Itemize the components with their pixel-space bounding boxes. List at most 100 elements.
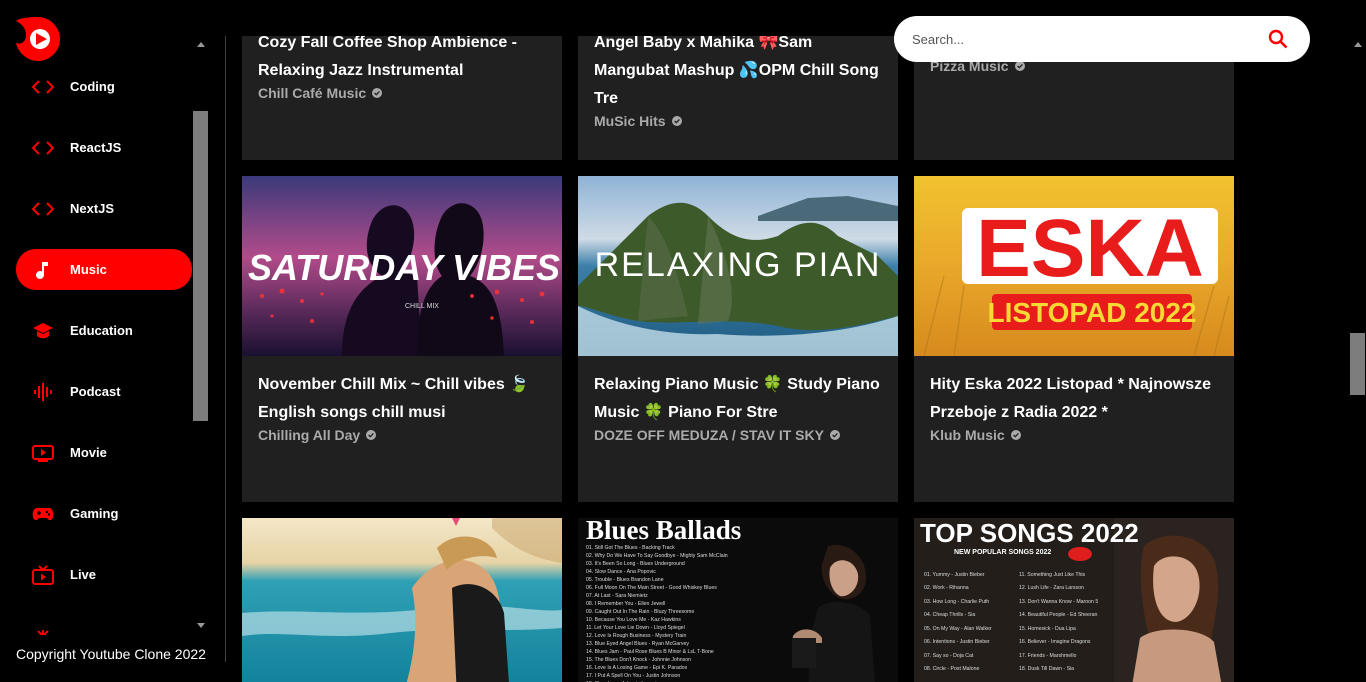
channel-name[interactable]: MuSic Hits [594, 113, 882, 129]
sidebar-item-music[interactable]: Music [16, 249, 192, 290]
svg-text:09. Caught Out In The Rain - B: 09. Caught Out In The Rain - Bluzy Three… [586, 609, 694, 615]
page-scrollbar[interactable] [1349, 36, 1366, 682]
scroll-down-arrow-icon[interactable] [192, 617, 209, 634]
sidebar-item-reactjs[interactable]: ReactJS [16, 127, 192, 168]
video-thumbnail[interactable] [242, 518, 562, 682]
video-thumbnail[interactable]: RELAXING PIAN [578, 176, 898, 356]
video-title[interactable]: Angel Baby x Mahika 🎀Sam Mangubat Mashup… [594, 36, 882, 113]
video-card[interactable]: ESKA LISTOPAD 2022 Hity Eska 2022 Listop… [914, 176, 1234, 502]
sidebar-item-podcast[interactable]: Podcast [16, 371, 192, 412]
thumbnail-title-text: Blues Ballads [586, 518, 741, 545]
svg-text:02. Why Do We Have To Say Good: 02. Why Do We Have To Say Goodbye - Migh… [586, 553, 728, 559]
svg-text:01. Still Got The Blues - Back: 01. Still Got The Blues - Backing Track [586, 545, 675, 551]
channel-name-text[interactable]: DOZE OFF MEDUZA / STAV IT SKY [594, 427, 824, 443]
sidebar-item-next[interactable] [16, 615, 192, 635]
thumbnail-title-text: SATURDAY VIBES [248, 247, 560, 288]
channel-name[interactable]: Chill Café Music [258, 85, 546, 101]
sidebar-item-label: Movie [70, 445, 107, 460]
svg-text:18. Dusk Till Dawn - Sia: 18. Dusk Till Dawn - Sia [1019, 666, 1074, 672]
sidebar-item-label: Coding [70, 79, 115, 94]
svg-text:11. Something Just Like This: 11. Something Just Like This [1019, 572, 1086, 578]
code-icon [32, 137, 54, 159]
video-card[interactable]: Cozy Fall Coffee Shop Ambience - Relaxin… [242, 36, 562, 160]
sidebar-item-label: Podcast [70, 384, 121, 399]
channel-name[interactable]: Chilling All Day [258, 427, 546, 443]
svg-text:12. Lush Life - Zara Larsson: 12. Lush Life - Zara Larsson [1019, 585, 1084, 591]
movie-icon [32, 442, 54, 464]
svg-text:12. Love Is Rough Business - M: 12. Love Is Rough Business - Mystery Tra… [586, 633, 686, 639]
channel-name-text[interactable]: MuSic Hits [594, 113, 666, 129]
channel-name[interactable]: DOZE OFF MEDUZA / STAV IT SKY [594, 427, 882, 443]
podcast-icon [32, 381, 54, 403]
video-card[interactable]: Angel Baby x Mahika 🎀Sam Mangubat Mashup… [578, 36, 898, 160]
svg-text:08. I Remember You - Ellen Jew: 08. I Remember You - Ellen Jewell [586, 601, 665, 607]
video-title[interactable]: November Chill Mix ~ Chill vibes 🍃 Engli… [258, 371, 546, 427]
code-icon [32, 198, 54, 220]
sidebar-item-coding[interactable]: Coding [16, 66, 192, 107]
svg-text:16. Love Is A Losing Game - Ep: 16. Love Is A Losing Game - Epi K. Parad… [586, 665, 688, 671]
sidebar-item-label: ReactJS [70, 140, 122, 155]
thumbnail-subtitle-text: CHILL MIX [405, 303, 439, 310]
svg-text:13. Blue Eyed Angel Blues - Ry: 13. Blue Eyed Angel Blues - Ryan McGarve… [586, 641, 689, 647]
sidebar-item-label: Live [70, 567, 97, 582]
app-logo[interactable] [16, 15, 60, 61]
video-card[interactable]: Blues Ballads 01. Still Got The Blues - … [578, 518, 898, 682]
channel-name[interactable]: Klub Music [930, 427, 1218, 443]
copyright-text: Copyright Youtube Clone 2022 [16, 646, 206, 662]
thumbnail-title-text: RELAXING PIAN [595, 246, 882, 284]
svg-text:06. Full Moon On The Main Stre: 06. Full Moon On The Main Street - Good … [586, 585, 717, 591]
sidebar-scrollbar-thumb[interactable] [193, 111, 208, 421]
sports-icon [32, 625, 54, 635]
video-title[interactable]: Hity Eska 2022 Listopad * Najnowsze Prze… [930, 371, 1218, 427]
video-title[interactable]: Relaxing Piano Music 🍀 Study Piano Music… [594, 371, 882, 427]
svg-text:08. Circle - Post Malone: 08. Circle - Post Malone [924, 666, 979, 672]
svg-text:17. Friends - Marshmello: 17. Friends - Marshmello [1019, 653, 1076, 659]
verified-check-icon [671, 116, 682, 126]
channel-name-text[interactable]: Chilling All Day [258, 427, 360, 443]
verified-check-icon [366, 430, 377, 440]
video-card[interactable]: SATURDAY VIBES CHILL MIX November Chill … [242, 176, 562, 502]
gamepad-icon [32, 503, 54, 525]
video-card[interactable] [242, 518, 562, 682]
video-thumbnail[interactable]: ESKA LISTOPAD 2022 [914, 176, 1234, 356]
svg-text:14. Beautiful People - Ed Shee: 14. Beautiful People - Ed Sheeran [1019, 612, 1098, 618]
verified-check-icon [829, 430, 840, 440]
sidebar-divider [225, 36, 226, 662]
channel-name-text[interactable]: Klub Music [930, 427, 1005, 443]
svg-text:14. Blues Jam - Paul Rose Blue: 14. Blues Jam - Paul Rose Blues B Minor … [586, 649, 714, 655]
sidebar-item-live[interactable]: Live [16, 554, 192, 595]
svg-text:07. At Last - Sara Niemietz: 07. At Last - Sara Niemietz [586, 593, 648, 599]
svg-text:13. Don't Wanna Know - Maroon: 13. Don't Wanna Know - Maroon 5 [1019, 599, 1098, 605]
video-thumbnail[interactable]: TOP SONGS 2022 NEW POPULAR SONGS 2022 01… [914, 518, 1234, 682]
verified-check-icon [1014, 61, 1025, 71]
svg-text:05. On My Way - Alan Walker: 05. On My Way - Alan Walker [924, 626, 992, 632]
svg-text:11. Let Your Love Lie Down - L: 11. Let Your Love Lie Down - Lloyd Spieg… [586, 625, 685, 631]
verified-check-icon [1010, 430, 1021, 440]
scroll-up-arrow-icon[interactable] [1349, 36, 1366, 53]
sidebar-item-gaming[interactable]: Gaming [16, 493, 192, 534]
thumbnail-title-text: ESKA [976, 203, 1204, 294]
scroll-up-arrow-icon[interactable] [192, 36, 209, 53]
sidebar-item-movie[interactable]: Movie [16, 432, 192, 473]
video-title[interactable]: Cozy Fall Coffee Shop Ambience - Relaxin… [258, 36, 546, 85]
sidebar-item-label: Gaming [70, 506, 119, 521]
live-tv-icon [32, 564, 54, 586]
sidebar-item-nextjs[interactable]: NextJS [16, 188, 192, 229]
svg-text:04. Slow Dance - Ana Popovic: 04. Slow Dance - Ana Popovic [586, 569, 656, 575]
verified-check-icon [372, 88, 383, 98]
video-thumbnail[interactable]: Blues Ballads 01. Still Got The Blues - … [578, 518, 898, 682]
page-scrollbar-thumb[interactable] [1350, 333, 1365, 395]
search-input[interactable] [912, 31, 1266, 47]
music-note-icon [32, 259, 54, 281]
svg-text:15. Homesick - Dua Lipa: 15. Homesick - Dua Lipa [1019, 626, 1076, 632]
sidebar-scrollbar[interactable] [192, 36, 209, 634]
svg-text:01. Yummy - Justin Bieber: 01. Yummy - Justin Bieber [924, 572, 985, 578]
video-card[interactable]: RELAXING PIAN Relaxing Piano Music 🍀 Stu… [578, 176, 898, 502]
sidebar-item-education[interactable]: Education [16, 310, 192, 351]
search-icon[interactable] [1266, 27, 1290, 51]
channel-name-text[interactable]: Chill Café Music [258, 85, 366, 101]
thumbnail-subtitle-text: LISTOPAD 2022 [987, 297, 1196, 328]
sidebar-item-label: Education [70, 323, 133, 338]
video-thumbnail[interactable]: SATURDAY VIBES CHILL MIX [242, 176, 562, 356]
video-card[interactable]: TOP SONGS 2022 NEW POPULAR SONGS 2022 01… [914, 518, 1234, 682]
